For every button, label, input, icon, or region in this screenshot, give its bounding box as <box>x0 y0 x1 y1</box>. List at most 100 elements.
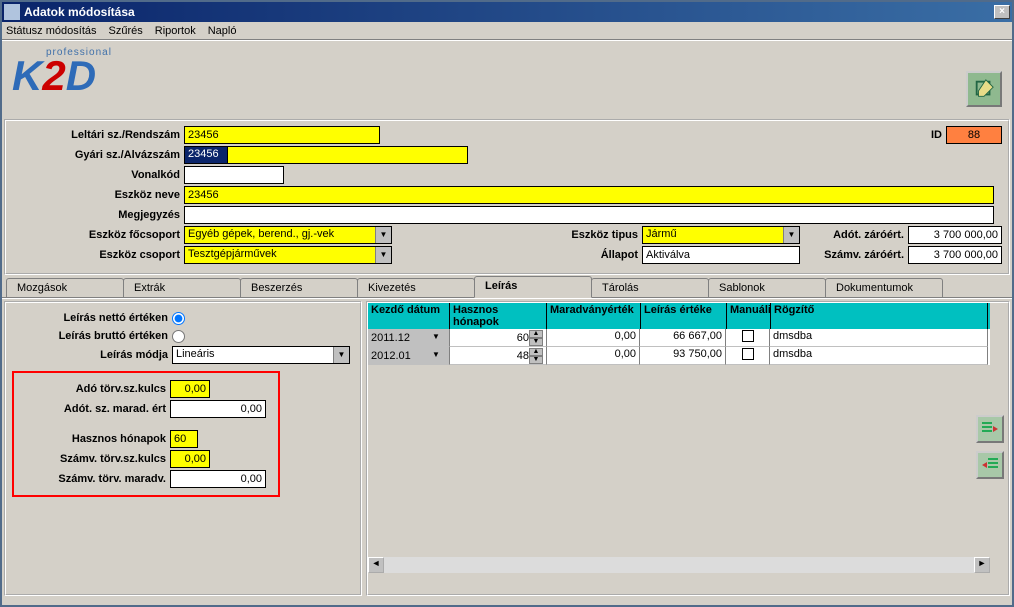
scroll-track[interactable] <box>384 557 974 573</box>
col-months[interactable]: Hasznos hónapok <box>450 303 547 329</box>
label-gyari: Gyári sz./Alvázszám <box>12 149 184 161</box>
input-hasznos[interactable] <box>170 430 198 448</box>
label-csoport: Eszköz csoport <box>12 249 184 261</box>
chevron-down-icon[interactable]: ▼ <box>375 227 391 243</box>
app-icon <box>4 4 20 20</box>
tab-content: Leírás nettó értéken Leírás bruttó érték… <box>2 298 1012 598</box>
tab-leiras[interactable]: Leírás <box>474 276 592 298</box>
label-szamv-kulcs: Számv. törv.sz.kulcs <box>20 453 170 465</box>
insert-row-button[interactable] <box>976 415 1004 443</box>
combo-focsoport-text: Egyéb gépek, berend., gj.-vek <box>185 227 375 243</box>
label-modja: Leírás módja <box>12 349 172 361</box>
menu-reports[interactable]: Riportok <box>155 25 196 37</box>
right-pane: Kezdő dátum Hasznos hónapok Maradványért… <box>366 301 1010 596</box>
tab-tarolas[interactable]: Tárolás <box>591 278 709 297</box>
combo-tipus-text: Jármű <box>643 227 783 243</box>
label-id: ID <box>922 129 946 141</box>
input-vonalkod[interactable] <box>184 166 284 184</box>
col-ertek[interactable]: Leírás értéke <box>641 303 727 329</box>
input-szamv[interactable] <box>908 246 1002 264</box>
tabstrip: Mozgások Extrák Beszerzés Kivezetés Leír… <box>2 276 1012 298</box>
input-ado-kulcs[interactable] <box>170 380 210 398</box>
cell-rog: dmsdba <box>770 329 988 347</box>
tab-dokumentumok[interactable]: Dokumentumok <box>825 278 943 297</box>
combo-focsoport[interactable]: Egyéb gépek, berend., gj.-vek ▼ <box>184 226 392 244</box>
label-ado-kulcs: Adó törv.sz.kulcs <box>20 383 170 395</box>
logo-k: K <box>12 52 42 99</box>
logo-2: 2 <box>42 52 65 99</box>
chevron-down-icon[interactable]: ▼ <box>432 330 446 346</box>
input-leltari[interactable] <box>184 126 380 144</box>
col-man[interactable]: Manuáli <box>727 303 771 329</box>
cell-months: 60 <box>517 332 529 344</box>
grid-header: Kezdő dátum Hasznos hónapok Maradványért… <box>368 303 990 329</box>
combo-modja-text: Lineáris <box>173 347 333 363</box>
label-szamv-marad: Számv. törv. maradv. <box>20 473 170 485</box>
menu-status[interactable]: Státusz módosítás <box>6 25 97 37</box>
scroll-right-icon[interactable]: ► <box>974 557 990 573</box>
list-arrow-back-icon <box>981 456 999 474</box>
input-adot-marad[interactable] <box>170 400 266 418</box>
scroll-left-icon[interactable]: ◄ <box>368 557 384 573</box>
tab-kivezetes[interactable]: Kivezetés <box>357 278 475 297</box>
label-leltari: Leltári sz./Rendszám <box>12 129 184 141</box>
input-neve[interactable] <box>184 186 994 204</box>
input-szamv-kulcs[interactable] <box>170 450 210 468</box>
col-date[interactable]: Kezdő dátum <box>368 303 450 329</box>
label-megj: Megjegyzés <box>12 209 184 221</box>
label-szamv: Számv. záróért. <box>808 249 908 261</box>
combo-modja[interactable]: Lineáris ▼ <box>172 346 350 364</box>
cell-months: 48 <box>517 350 529 362</box>
cell-date: 2011.12 <box>371 332 410 344</box>
cell-man[interactable] <box>726 347 770 365</box>
input-gyari-rest[interactable] <box>228 146 468 164</box>
label-adot: Adót. záróért. <box>808 229 908 241</box>
left-pane: Leírás nettó értéken Leírás bruttó érték… <box>4 301 362 596</box>
combo-tipus[interactable]: Jármű ▼ <box>642 226 800 244</box>
toolbar-area: professional K2D <box>2 40 1012 118</box>
close-button[interactable]: × <box>994 5 1010 19</box>
col-rog[interactable]: Rögzítő <box>771 303 988 329</box>
remove-row-button[interactable] <box>976 451 1004 479</box>
cell-man[interactable] <box>726 329 770 347</box>
spinner-icon[interactable]: ▲▼ <box>529 330 543 346</box>
chevron-down-icon[interactable]: ▼ <box>333 347 349 363</box>
input-gyari-selected[interactable]: 23456 <box>184 146 228 164</box>
horizontal-scrollbar[interactable]: ◄ ► <box>368 557 990 573</box>
label-adot-marad: Adót. sz. marad. ért <box>20 403 170 415</box>
grid-row[interactable]: 2012.01▼ 48▲▼ 0,00 93 750,00 dmsdba <box>368 347 990 365</box>
logo-d: D <box>66 52 96 99</box>
chevron-down-icon[interactable]: ▼ <box>432 348 446 364</box>
label-hasznos: Hasznos hónapok <box>20 433 170 445</box>
menu-log[interactable]: Napló <box>208 25 237 37</box>
input-szamv-marad[interactable] <box>170 470 266 488</box>
menubar: Státusz módosítás Szűrés Riportok Napló <box>2 22 1012 40</box>
chevron-down-icon[interactable]: ▼ <box>375 247 391 263</box>
spinner-icon[interactable]: ▲▼ <box>529 348 543 364</box>
label-neve: Eszköz neve <box>12 189 184 201</box>
tab-sablonok[interactable]: Sablonok <box>708 278 826 297</box>
highlighted-group: Adó törv.sz.kulcs Adót. sz. marad. ért H… <box>12 371 280 497</box>
input-megj[interactable] <box>184 206 994 224</box>
menu-filter[interactable]: Szűrés <box>109 25 143 37</box>
combo-csoport-text: Tesztgépjárművek <box>185 247 375 263</box>
tab-beszerzes[interactable]: Beszerzés <box>240 278 358 297</box>
combo-csoport[interactable]: Tesztgépjárművek ▼ <box>184 246 392 264</box>
cell-marad: 0,00 <box>547 347 640 365</box>
col-marad[interactable]: Maradványérték <box>547 303 641 329</box>
chevron-down-icon[interactable]: ▼ <box>783 227 799 243</box>
tab-extrak[interactable]: Extrák <box>123 278 241 297</box>
label-focsoport: Eszköz főcsoport <box>12 229 184 241</box>
tab-mozgasok[interactable]: Mozgások <box>6 278 124 297</box>
input-allapot <box>642 246 800 264</box>
logo: professional K2D <box>12 47 112 94</box>
grid-row[interactable]: 2011.12▼ 60▲▼ 0,00 66 667,00 dmsdba <box>368 329 990 347</box>
label-vonalkod: Vonalkód <box>12 169 184 181</box>
label-netto: Leírás nettó értéken <box>12 312 172 324</box>
edit-button[interactable] <box>966 71 1002 107</box>
label-tipus: Eszköz tipus <box>512 229 642 241</box>
input-adot[interactable] <box>908 226 1002 244</box>
cell-ertek: 66 667,00 <box>640 329 726 347</box>
radio-brutto[interactable] <box>172 330 185 343</box>
radio-netto[interactable] <box>172 312 185 325</box>
